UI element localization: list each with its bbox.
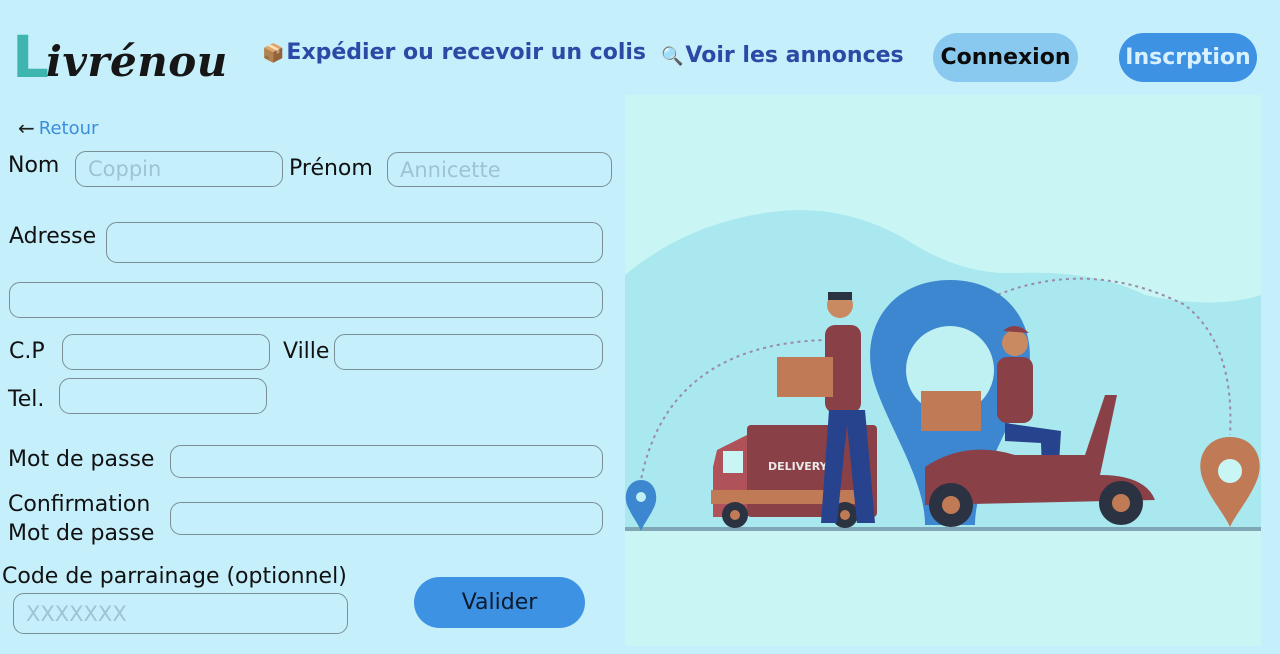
ville-input[interactable]	[334, 334, 603, 370]
prenom-input[interactable]	[387, 152, 612, 187]
nav-listings-link[interactable]: 🔍Voir les annonces	[661, 43, 904, 68]
referral-label: Code de parrainage (optionnel)	[2, 564, 347, 589]
cp-label: C.P	[9, 339, 45, 364]
back-label: Retour	[38, 117, 99, 139]
ville-label: Ville	[283, 339, 330, 364]
tel-label: Tel.	[8, 387, 45, 412]
confirm-label-line2: Mot de passe	[8, 521, 155, 546]
back-link[interactable]: ← Retour	[18, 116, 98, 140]
nom-input[interactable]	[75, 151, 283, 187]
arrow-left-icon: ←	[18, 116, 35, 140]
magnifier-icon: 🔍	[661, 46, 684, 67]
password-label: Mot de passe	[8, 447, 155, 472]
confirm-password-input[interactable]	[170, 502, 603, 535]
logo-text: ivrénou	[46, 37, 228, 86]
adresse-line2-input[interactable]	[9, 282, 603, 318]
adresse-label: Adresse	[9, 224, 97, 249]
signup-button[interactable]: Inscrption	[1119, 33, 1257, 82]
referral-input[interactable]	[13, 593, 348, 634]
prenom-label: Prénom	[289, 156, 373, 181]
submit-button[interactable]: Valider	[414, 577, 585, 628]
nav-ship-label: Expédier ou recevoir un colis	[286, 40, 647, 65]
delivery-scene-svg: DELIVERY	[625, 210, 1261, 531]
ground-line	[625, 527, 1261, 531]
login-button[interactable]: Connexion	[933, 33, 1078, 82]
van-text: DELIVERY	[768, 460, 829, 473]
logo-letter: L	[12, 23, 49, 91]
delivery-illustration: DELIVERY	[625, 95, 1261, 646]
cp-input[interactable]	[62, 334, 270, 370]
confirm-label-line1: Confirmation	[8, 492, 151, 517]
tel-input[interactable]	[59, 378, 267, 414]
nav-ship-link[interactable]: 📦Expédier ou recevoir un colis	[262, 40, 646, 65]
logo[interactable]: L ivrénou	[12, 28, 227, 88]
adresse-input[interactable]	[106, 222, 603, 263]
password-input[interactable]	[170, 445, 603, 478]
package-icon: 📦	[262, 43, 285, 64]
nav-listings-label: Voir les annonces	[685, 43, 904, 68]
nom-label: Nom	[8, 153, 60, 178]
